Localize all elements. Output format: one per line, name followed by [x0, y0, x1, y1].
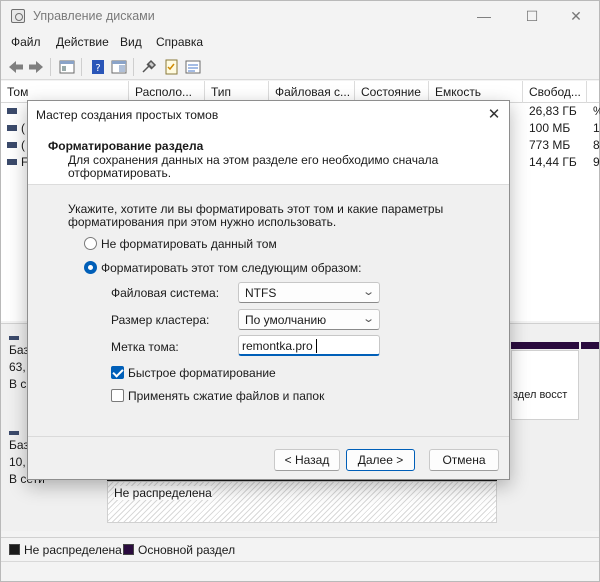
legend-unallocated-swatch: [9, 544, 20, 555]
recovery-partition-label: здел восст: [513, 389, 568, 401]
text-caret: [316, 339, 317, 353]
back-button[interactable]: < Назад: [274, 449, 340, 471]
compression-checkbox[interactable]: [111, 389, 124, 402]
menu-view[interactable]: Вид: [120, 35, 142, 49]
volume-icon: [7, 142, 17, 148]
disk-icon: [9, 336, 19, 340]
no-format-radio[interactable]: [84, 237, 97, 250]
compression-label[interactable]: Применять сжатие файлов и папок: [128, 389, 324, 403]
disk-management-app-icon: [11, 9, 25, 23]
volume-icon: [7, 125, 17, 131]
volume-free-space: 14,44 ГБ: [529, 155, 577, 169]
volume-icon: [7, 159, 17, 165]
unallocated-partition[interactable]: Не распределена: [107, 481, 497, 523]
volume-label-value: remontka.pro: [242, 339, 313, 353]
new-simple-volume-wizard: Мастер создания простых томов ✕ Форматир…: [27, 100, 510, 480]
volume-free-space: 26,83 ГБ: [529, 104, 577, 118]
back-arrow-icon[interactable]: [7, 58, 25, 76]
toolbar-separator: [133, 58, 134, 76]
status-bar: [1, 561, 599, 581]
volume-free-space: 100 МБ: [529, 121, 571, 135]
forward-arrow-icon[interactable]: [27, 58, 45, 76]
wizard-title: Мастер создания простых томов: [36, 108, 219, 122]
toolbar-separator: [50, 58, 51, 76]
svg-text:?: ?: [95, 63, 100, 74]
file-system-value: NTFS: [245, 286, 277, 300]
quick-format-label[interactable]: Быстрое форматирование: [128, 366, 276, 380]
volume-name: (: [21, 138, 25, 152]
toolbar: ?: [1, 54, 599, 80]
volume-free-percent: 8: [593, 138, 600, 152]
checklist-icon[interactable]: [162, 58, 180, 76]
menu-help[interactable]: Справка: [156, 35, 203, 49]
wizard-header: Форматирование раздела Для сохранения да…: [28, 129, 509, 185]
legend: Не распределена Основной раздел: [1, 537, 599, 559]
cluster-size-label: Размер кластера:: [111, 313, 210, 327]
volume-free-percent: 9: [593, 155, 600, 169]
wizard-step-title: Форматирование раздела: [48, 139, 204, 153]
format-radio-label[interactable]: Форматировать этот том следующим образом…: [101, 261, 361, 275]
wizard-step-description: Для сохранения данных на этом разделе ег…: [68, 153, 439, 180]
volume-free-percent: %: [593, 104, 600, 118]
next-button[interactable]: Далее >: [346, 449, 415, 471]
unallocated-partition-label: Не распределена: [114, 486, 212, 500]
file-system-select[interactable]: NTFS ⌄: [238, 282, 380, 303]
window-title: Управление дисками: [33, 9, 155, 23]
cluster-size-select[interactable]: По умолчанию ⌄: [238, 309, 380, 330]
volume-icon: [7, 108, 17, 114]
wizard-titlebar: Мастер создания простых томов ✕: [28, 101, 509, 129]
cluster-size-value: По умолчанию: [245, 313, 327, 327]
format-instructions: Укажите, хотите ли вы форматировать этот…: [68, 202, 444, 229]
chevron-down-icon: ⌄: [361, 313, 375, 325]
recovery-partition[interactable]: здел восст: [511, 350, 579, 420]
close-window-button[interactable]: ✕: [553, 1, 599, 31]
file-system-label: Файловая система:: [111, 286, 220, 300]
column-header-free-space[interactable]: Свобод...: [523, 81, 587, 103]
legend-unallocated-label: Не распределена: [24, 543, 122, 557]
volume-free-space: 773 МБ: [529, 138, 571, 152]
menu-bar: Файл Действие Вид Справка: [1, 31, 599, 53]
disk-icon: [9, 431, 19, 435]
chevron-down-icon: ⌄: [361, 286, 375, 298]
minimize-button[interactable]: —: [461, 1, 507, 31]
primary-partition-bar: [581, 342, 599, 349]
help-icon[interactable]: ?: [89, 58, 107, 76]
cancel-button[interactable]: Отмена: [429, 449, 499, 471]
toolbar-separator: [81, 58, 82, 76]
legend-primary-swatch: [123, 544, 134, 555]
close-icon[interactable]: ✕: [483, 104, 505, 126]
button-separator: [28, 436, 509, 437]
legend-primary-label: Основной раздел: [138, 543, 236, 557]
wizard-body: Укажите, хотите ли вы форматировать этот…: [28, 186, 509, 434]
list-view-icon[interactable]: [184, 58, 202, 76]
volume-label-input[interactable]: remontka.pro: [238, 335, 380, 356]
connect-disk-icon[interactable]: [140, 58, 158, 76]
menu-file[interactable]: Файл: [11, 35, 41, 49]
properties-pane-icon[interactable]: [110, 58, 128, 76]
window-titlebar: Управление дисками — ☐ ✕: [1, 1, 599, 31]
no-format-radio-label[interactable]: Не форматировать данный том: [101, 237, 277, 251]
volume-name: (: [21, 121, 25, 135]
quick-format-checkbox[interactable]: [111, 366, 124, 379]
console-tree-icon[interactable]: [58, 58, 76, 76]
menu-action[interactable]: Действие: [56, 35, 109, 49]
volume-label-label: Метка тома:: [111, 340, 179, 354]
format-radio[interactable]: [84, 261, 97, 274]
primary-partition-bar: [511, 342, 579, 349]
volume-free-percent: 1: [593, 121, 600, 135]
maximize-button[interactable]: ☐: [509, 1, 555, 31]
